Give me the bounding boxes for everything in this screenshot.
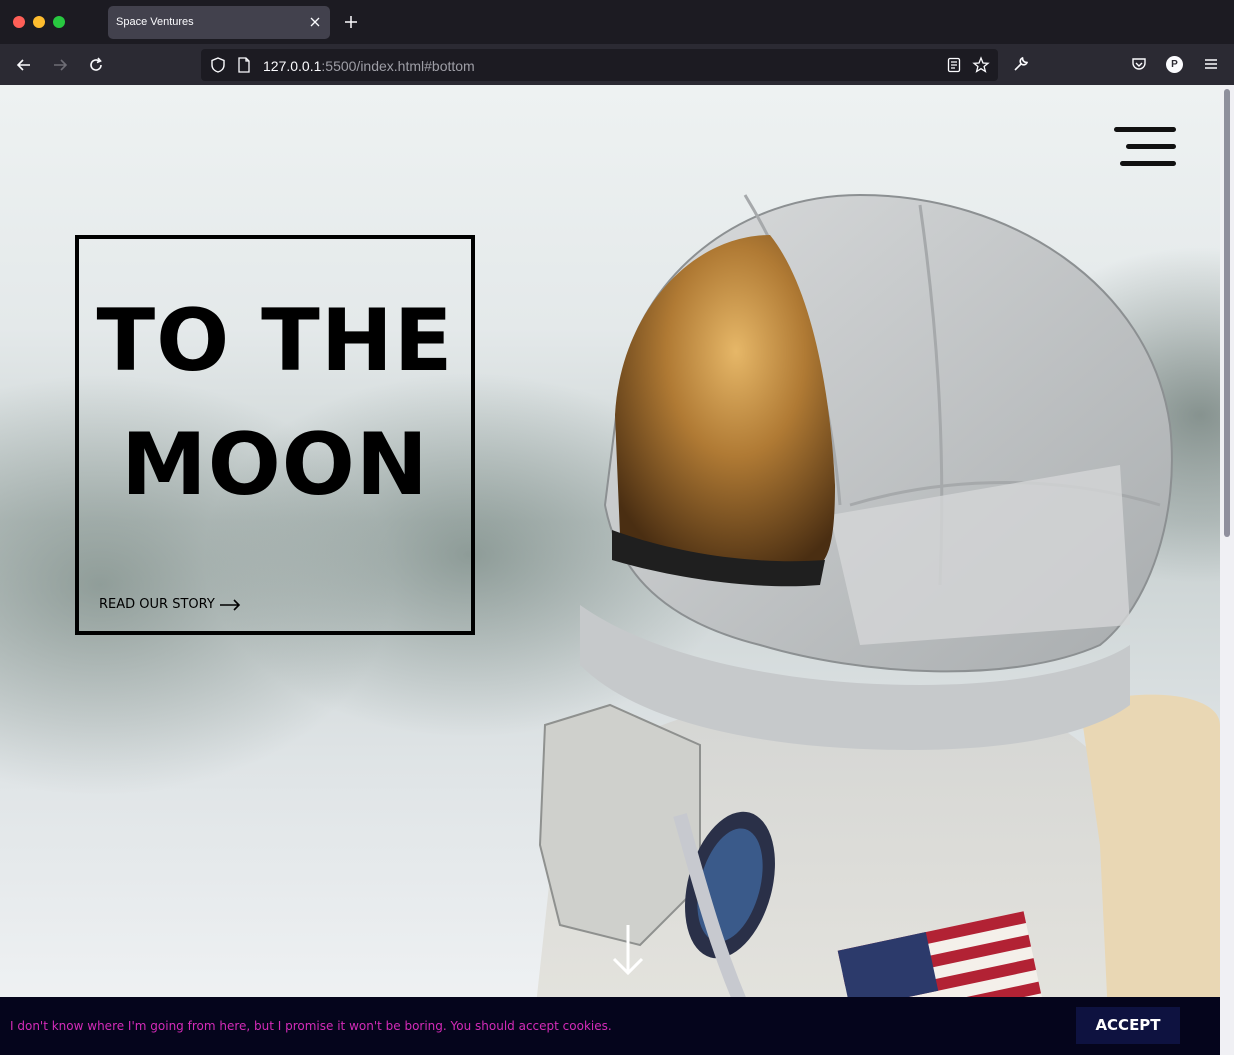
star-icon[interactable] [972,56,990,74]
accept-cookies-button[interactable]: ACCEPT [1076,1007,1180,1044]
scrollbar-thumb[interactable] [1224,89,1230,537]
profile-icon[interactable]: P [1166,56,1183,73]
shield-icon[interactable] [209,56,227,74]
scroll-down-arrow-icon[interactable] [610,923,646,977]
close-icon[interactable] [309,13,321,31]
cookie-banner: I don't know where I'm going from here, … [0,997,1220,1055]
menu-line [1120,161,1176,166]
pocket-icon[interactable] [1130,55,1148,73]
arrow-left-icon[interactable] [15,56,33,74]
url-text: 127.0.0.1:5500/index.html#bottom [263,58,475,74]
hamburger-menu-icon[interactable] [1114,127,1178,167]
arrow-right-icon [219,598,240,611]
url-bar[interactable]: 127.0.0.1:5500/index.html#bottom [201,49,998,81]
menu-icon[interactable] [1202,55,1220,73]
page-viewport: TO THE MOON READ OUR STORY I don't know … [0,85,1234,1055]
tab-title: Space Ventures [116,16,194,28]
maximize-window-button[interactable] [53,16,65,28]
page-icon[interactable] [235,56,253,74]
menu-line [1126,144,1176,149]
hero-title-box: TO THE MOON READ OUR STORY [75,235,475,635]
nav-toolbar: 127.0.0.1:5500/index.html#bottom P [0,44,1234,85]
new-tab-icon[interactable] [342,13,360,31]
hero-title-line-1: TO THE [96,291,454,391]
wrench-icon[interactable] [1012,55,1030,73]
hero-title-line-2: MOON [121,415,429,515]
browser-tab[interactable]: Space Ventures [108,6,330,39]
hero-section: TO THE MOON READ OUR STORY I don't know … [0,85,1220,1055]
minimize-window-button[interactable] [33,16,45,28]
browser-window: Space Ventures 127.0.0.1:5500/index.html… [0,0,1234,1055]
tab-bar: Space Ventures [0,0,1234,44]
url-path: :5500/index.html#bottom [321,58,475,74]
cookie-banner-text: I don't know where I'm going from here, … [10,1019,612,1033]
url-host: 127.0.0.1 [263,58,322,74]
hero-title: TO THE MOON [79,279,471,527]
arrow-right-icon[interactable] [51,56,69,74]
close-window-button[interactable] [13,16,25,28]
reload-icon[interactable] [87,56,105,74]
read-our-story-link[interactable]: READ OUR STORY [99,597,241,612]
reader-view-icon[interactable] [945,56,963,74]
menu-line [1114,127,1176,132]
read-our-story-label: READ OUR STORY [99,597,215,612]
